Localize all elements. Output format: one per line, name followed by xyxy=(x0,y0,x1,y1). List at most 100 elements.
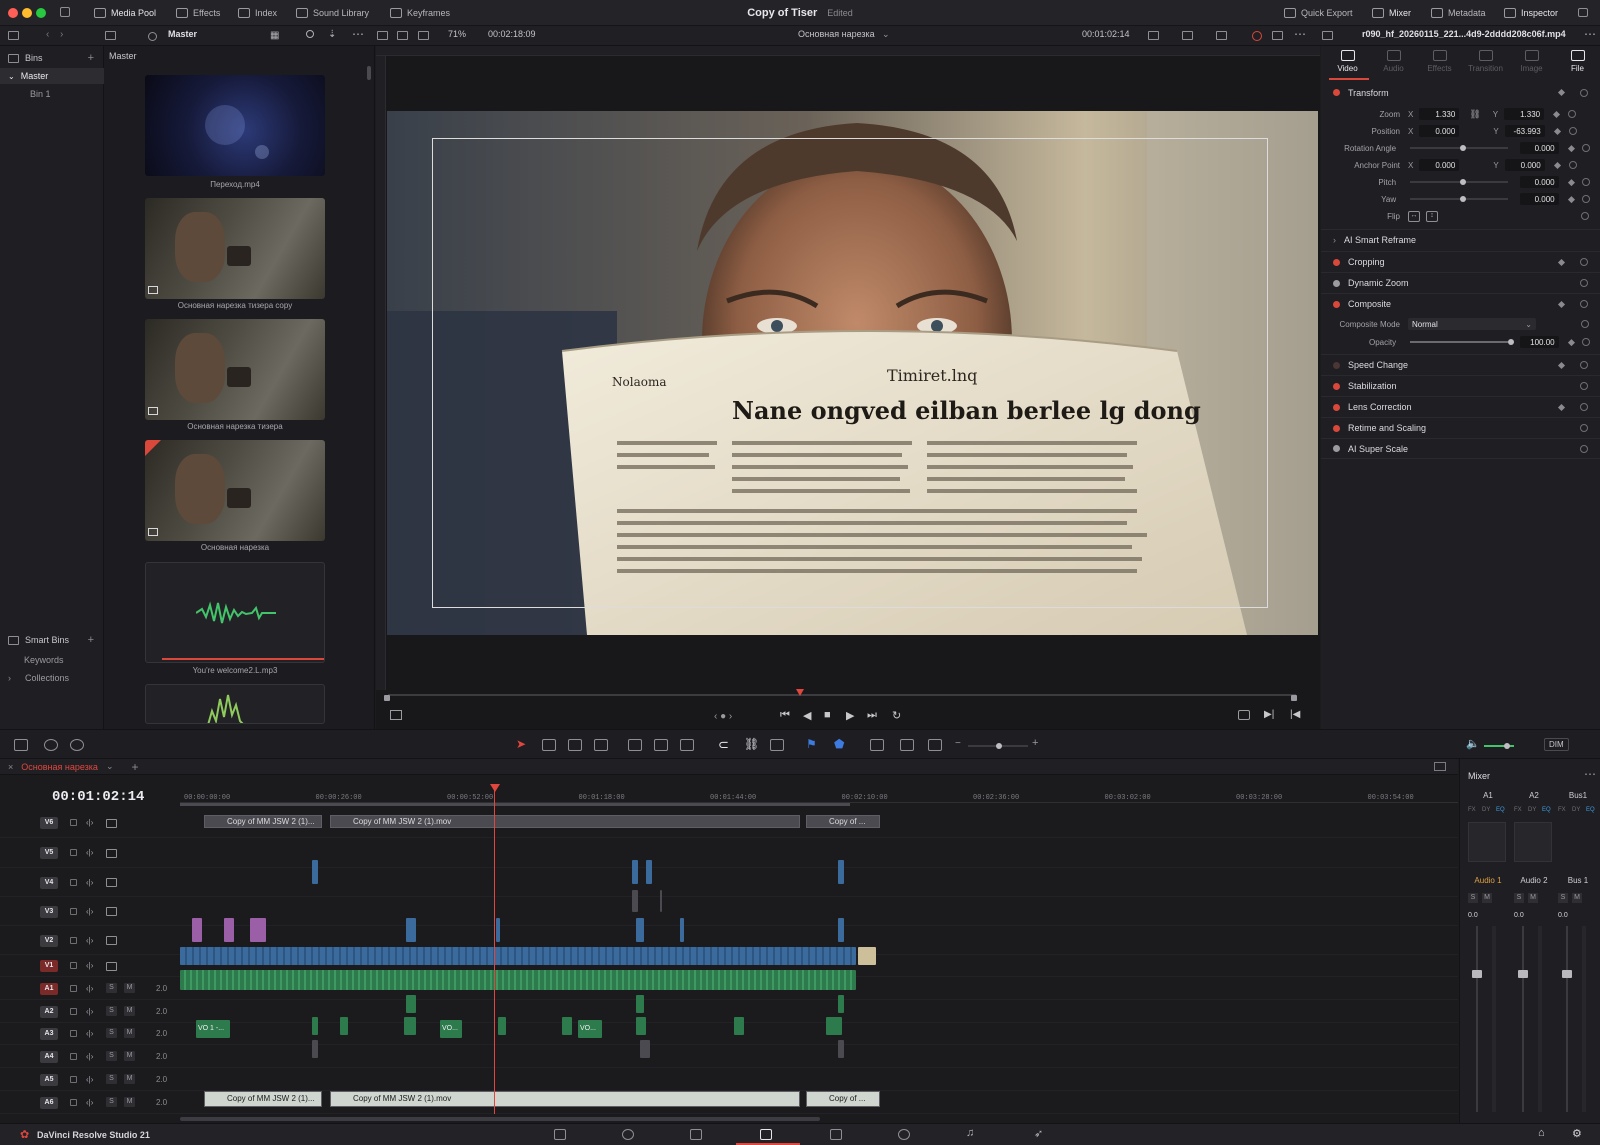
reset-icon[interactable] xyxy=(1580,403,1588,411)
lock-icon[interactable] xyxy=(70,1029,77,1037)
metadata-button[interactable]: Metadata xyxy=(1425,4,1492,22)
section-transform[interactable]: Transform xyxy=(1321,82,1600,103)
viewer-layout-icon[interactable] xyxy=(397,31,408,40)
minimize-window-button[interactable] xyxy=(22,8,32,18)
lock-icon[interactable] xyxy=(70,1075,77,1083)
timeline-clip[interactable]: Copy of ... xyxy=(806,815,880,828)
reset-icon[interactable] xyxy=(1580,300,1588,308)
zoom-x-field[interactable]: 1.330 xyxy=(1419,108,1460,120)
media-clip-thumbnail[interactable] xyxy=(145,684,325,724)
video-monitor-icon[interactable] xyxy=(106,936,117,945)
sync-icon[interactable] xyxy=(148,32,157,41)
enable-toggle-icon[interactable] xyxy=(1333,382,1340,390)
cut-page-icon[interactable] xyxy=(622,1129,634,1140)
mute-button[interactable]: M xyxy=(1572,893,1582,903)
opacity-field[interactable]: 100.00 xyxy=(1520,336,1559,348)
speaker-icon[interactable]: 🔈 xyxy=(1466,737,1480,750)
back-arrow-icon[interactable]: ‹ xyxy=(46,29,49,40)
keyframe-icon[interactable] xyxy=(1557,258,1566,266)
mute-button[interactable]: M xyxy=(124,1028,135,1038)
enable-toggle-icon[interactable] xyxy=(1333,279,1340,287)
chevron-down-icon[interactable]: ⌄ xyxy=(106,761,114,772)
eq-button[interactable]: EQ xyxy=(1542,807,1551,813)
solo-button[interactable]: S xyxy=(106,1006,117,1016)
flip-vertical-icon[interactable]: ↕ xyxy=(1426,210,1438,222)
zoom-y-field[interactable]: 1.330 xyxy=(1504,108,1545,120)
viewer-playhead-marker[interactable] xyxy=(796,689,804,696)
auto-select-icon[interactable]: ‹|› xyxy=(86,961,93,970)
solo-button[interactable]: S xyxy=(1514,893,1524,903)
lock-icon[interactable] xyxy=(70,936,77,944)
track-label[interactable]: V6 xyxy=(40,817,58,829)
zoom-full-icon[interactable] xyxy=(870,739,884,751)
bin-item-bin1[interactable]: Bin 1 xyxy=(0,86,104,102)
workspace-menu-icon[interactable] xyxy=(60,7,70,17)
edit-page-icon[interactable] xyxy=(690,1129,702,1140)
track-label[interactable]: A4 xyxy=(40,1050,58,1063)
lock-icon[interactable] xyxy=(70,962,77,969)
transform-tool-icon[interactable] xyxy=(1216,31,1227,40)
volume-fader[interactable] xyxy=(1518,970,1528,978)
zoom-custom-icon[interactable] xyxy=(928,739,942,751)
media-clip-thumbnail[interactable] xyxy=(145,319,325,420)
match-frame-icon[interactable] xyxy=(1238,710,1250,720)
index-button[interactable]: Index xyxy=(232,4,283,22)
dynamic-trim-icon[interactable] xyxy=(594,739,608,751)
track-lane[interactable] xyxy=(180,1045,1458,1068)
auto-select-icon[interactable]: ‹|› xyxy=(86,1098,93,1107)
tab-effects[interactable]: Effects xyxy=(1417,50,1462,73)
solo-button[interactable]: S xyxy=(1558,893,1568,903)
keyframe-icon[interactable] xyxy=(1567,144,1575,152)
add-bin-icon[interactable]: + xyxy=(88,52,94,64)
timeline-clip[interactable] xyxy=(562,1017,572,1035)
keyframe-icon[interactable] xyxy=(1553,127,1561,135)
track-label[interactable]: V2 xyxy=(40,934,58,947)
keyframes-button[interactable]: Keyframes xyxy=(384,4,456,22)
auto-select-icon[interactable]: ‹|› xyxy=(86,984,93,993)
sound-library-button[interactable]: Sound Library xyxy=(290,4,375,22)
enable-toggle-icon[interactable] xyxy=(1333,361,1340,369)
timeline-tab[interactable]: Основная нарезка xyxy=(21,762,98,772)
anchor-y-field[interactable]: 0.000 xyxy=(1504,159,1545,171)
anchor-x-field[interactable]: 0.000 xyxy=(1419,159,1460,171)
blade-tool-icon[interactable] xyxy=(568,739,582,751)
linked-selection-icon[interactable]: ⛓ xyxy=(744,737,759,751)
bin-item-master[interactable]: ⌄ Master xyxy=(0,68,104,84)
loop-icon[interactable]: ↻ xyxy=(892,709,901,722)
lock-icon[interactable] xyxy=(70,849,77,856)
snapping-icon[interactable]: ⊂ xyxy=(718,737,729,753)
timeline-clip[interactable] xyxy=(636,918,644,942)
section-ai-smart-reframe[interactable]: › AI Smart Reframe xyxy=(1321,229,1600,250)
timeline-clip[interactable] xyxy=(340,1017,348,1035)
enable-toggle-icon[interactable] xyxy=(1333,89,1340,96)
fx-button[interactable]: FX xyxy=(1558,807,1566,813)
reset-icon[interactable] xyxy=(1580,361,1588,369)
section-dynamic-zoom[interactable]: Dynamic Zoom xyxy=(1321,272,1600,293)
in-point-marker[interactable] xyxy=(384,695,390,701)
fusion-page-icon[interactable] xyxy=(830,1129,842,1140)
viewer-options-icon[interactable]: ⋯ xyxy=(1294,27,1306,41)
timeline-clip[interactable] xyxy=(838,860,844,884)
track-label[interactable]: V3 xyxy=(40,905,58,918)
reset-icon[interactable] xyxy=(1581,212,1589,220)
volume-fader[interactable] xyxy=(1472,970,1482,978)
keyframe-icon[interactable] xyxy=(1567,178,1575,186)
track-label[interactable]: A5 xyxy=(40,1073,58,1086)
tab-file[interactable]: File xyxy=(1555,50,1600,73)
track-label[interactable]: A1 xyxy=(40,982,58,995)
reset-icon[interactable] xyxy=(1580,382,1588,390)
auto-select-icon[interactable]: ‹|› xyxy=(86,848,93,857)
lock-icon[interactable] xyxy=(70,1098,77,1106)
position-y-field[interactable]: -63.993 xyxy=(1504,125,1545,137)
quick-export-button[interactable]: Quick Export xyxy=(1278,4,1359,22)
timeline-playhead[interactable] xyxy=(494,784,495,1114)
out-point-marker[interactable] xyxy=(1291,695,1297,701)
solo-button[interactable]: S xyxy=(106,1051,117,1061)
close-window-button[interactable] xyxy=(8,8,18,18)
add-timeline-icon[interactable]: + xyxy=(131,760,138,774)
solo-button[interactable]: S xyxy=(106,1097,117,1107)
overwrite-clip-icon[interactable] xyxy=(654,739,668,751)
jog-control-icon[interactable]: ‹ ● › xyxy=(714,711,732,722)
chevron-down-icon[interactable]: ⌄ xyxy=(882,29,890,40)
composite-mode-select[interactable]: Normal ⌄ xyxy=(1408,318,1536,330)
